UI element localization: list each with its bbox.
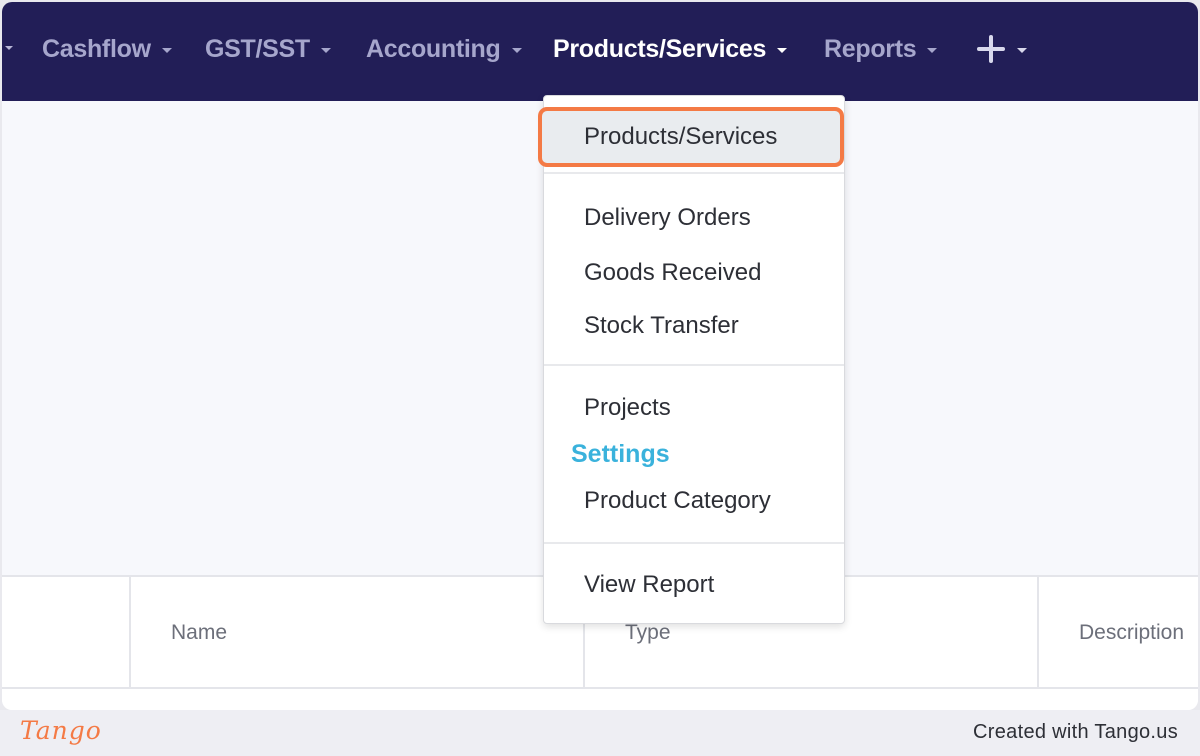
nav-cashflow-label: Cashflow xyxy=(42,34,151,63)
column-divider xyxy=(129,577,131,687)
menu-item-products-services[interactable]: Products/Services xyxy=(584,123,777,151)
menu-section-settings: Settings xyxy=(571,440,670,468)
nav-products-services-label: Products/Services xyxy=(553,34,767,63)
menu-item-product-category[interactable]: Product Category xyxy=(584,487,771,515)
chevron-down-icon xyxy=(777,47,788,53)
tango-logo: Tango xyxy=(20,716,102,745)
menu-divider xyxy=(544,364,844,366)
app-window: Cashflow GST/SST Accounting Products/Ser… xyxy=(2,2,1198,710)
chevron-down-icon xyxy=(161,47,172,53)
column-divider xyxy=(1037,577,1039,687)
chevron-down-icon xyxy=(1017,47,1027,53)
nav-reports-label: Reports xyxy=(824,34,917,63)
menu-item-stock-transfer[interactable]: Stock Transfer xyxy=(584,312,739,340)
menu-divider xyxy=(544,172,844,174)
nav-products-services[interactable]: Products/Services xyxy=(553,32,788,66)
chevron-down-icon[interactable] xyxy=(5,46,13,50)
column-header-description[interactable]: Description xyxy=(1079,621,1184,645)
top-navbar: Cashflow GST/SST Accounting Products/Ser… xyxy=(2,2,1198,101)
plus-icon xyxy=(976,34,1006,64)
tango-footer: Tango Created with Tango.us xyxy=(0,710,1200,756)
menu-divider xyxy=(544,542,844,544)
menu-item-goods-received[interactable]: Goods Received xyxy=(584,259,761,287)
nav-gst-sst[interactable]: GST/SST xyxy=(205,32,331,66)
nav-accounting[interactable]: Accounting xyxy=(366,32,522,66)
nav-reports[interactable]: Reports xyxy=(824,32,938,66)
nav-gst-sst-label: GST/SST xyxy=(205,34,310,63)
menu-item-delivery-orders[interactable]: Delivery Orders xyxy=(584,204,751,232)
menu-item-projects[interactable]: Projects xyxy=(584,394,671,422)
chevron-down-icon xyxy=(320,47,331,53)
chevron-down-icon xyxy=(927,47,938,53)
chevron-down-icon xyxy=(511,47,522,53)
menu-item-view-report[interactable]: View Report xyxy=(584,571,714,599)
nav-accounting-label: Accounting xyxy=(366,34,501,63)
products-services-dropdown-menu: Products/Services Delivery Orders Goods … xyxy=(538,95,845,624)
nav-add-new[interactable] xyxy=(976,32,1027,66)
column-header-type[interactable]: Type xyxy=(625,621,671,645)
footer-credit: Created with Tango.us xyxy=(973,721,1178,743)
nav-cashflow[interactable]: Cashflow xyxy=(42,32,172,66)
column-header-name[interactable]: Name xyxy=(171,621,227,645)
